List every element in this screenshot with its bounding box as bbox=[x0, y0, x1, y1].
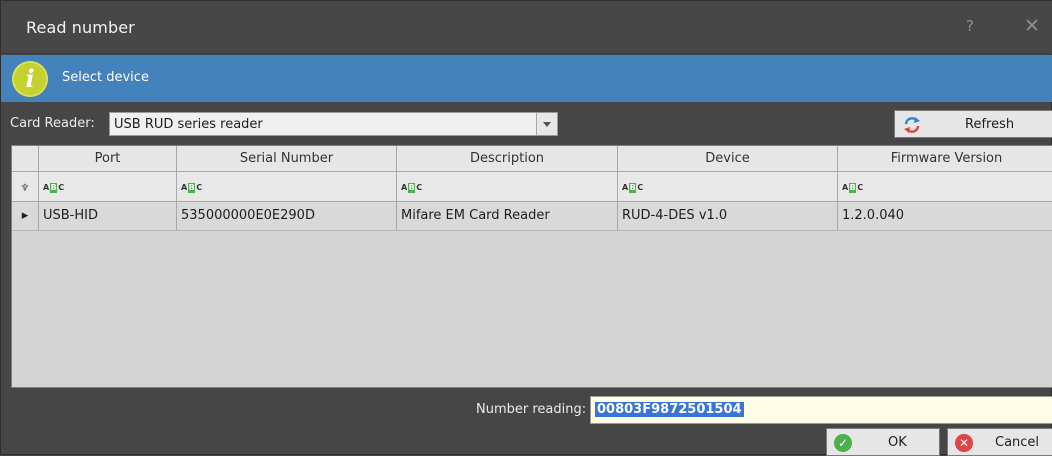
abc-filter-icon: ABC bbox=[622, 182, 644, 193]
card-reader-value: USB RUD series reader bbox=[114, 117, 263, 132]
abc-filter-icon: ABC bbox=[401, 182, 423, 193]
info-icon: i bbox=[12, 61, 48, 97]
abc-filter-icon: ABC bbox=[842, 182, 864, 193]
column-header-serial-number[interactable]: Serial Number bbox=[177, 146, 397, 171]
cell-firmware-version[interactable]: 1.2.0.040 bbox=[838, 202, 1052, 230]
number-reading-field[interactable]: 00803F9872501504 bbox=[590, 396, 1052, 424]
number-reading-value[interactable]: 00803F9872501504 bbox=[595, 402, 744, 417]
column-header-device[interactable]: Device bbox=[618, 146, 838, 171]
cell-serial-number[interactable]: 535000000E0E290D bbox=[177, 202, 397, 230]
cell-port[interactable]: USB-HID bbox=[39, 202, 177, 230]
chevron-down-icon[interactable] bbox=[536, 113, 557, 135]
filter-cell-serial-number[interactable]: ABC bbox=[177, 172, 397, 201]
refresh-label: Refresh bbox=[965, 117, 1015, 132]
cancel-label: Cancel bbox=[995, 435, 1040, 450]
devices-grid: Port Serial Number Description Device Fi… bbox=[11, 145, 1052, 388]
grid-header-row: Port Serial Number Description Device Fi… bbox=[12, 146, 1052, 172]
ok-button[interactable]: ✓ OK bbox=[826, 428, 940, 456]
row-indicator-header bbox=[12, 146, 39, 171]
cancel-icon: ✕ bbox=[955, 434, 973, 452]
filter-cell-firmware-version[interactable]: ABC bbox=[838, 172, 1052, 201]
table-row[interactable]: ▸ USB-HID 535000000E0E290D Mifare EM Car… bbox=[12, 202, 1052, 231]
refresh-icon bbox=[904, 117, 920, 133]
close-button[interactable]: ✕ bbox=[1019, 13, 1045, 39]
title-bar: Read number ? ✕ bbox=[1, 1, 1052, 54]
cancel-button[interactable]: ✕ Cancel bbox=[947, 428, 1052, 456]
filter-cell-port[interactable]: ABC bbox=[39, 172, 177, 201]
column-header-firmware-version[interactable]: Firmware Version bbox=[838, 146, 1052, 171]
abc-filter-icon: ABC bbox=[43, 182, 65, 193]
cell-description[interactable]: Mifare EM Card Reader bbox=[397, 202, 618, 230]
funnel-icon: ♆ bbox=[12, 172, 39, 201]
column-header-description[interactable]: Description bbox=[397, 146, 618, 171]
window-title: Read number bbox=[26, 18, 135, 37]
refresh-button[interactable]: Refresh bbox=[894, 110, 1052, 138]
cell-device[interactable]: RUD-4-DES v1.0 bbox=[618, 202, 838, 230]
number-reading-label: Number reading: bbox=[476, 402, 587, 417]
card-reader-dropdown[interactable]: USB RUD series reader bbox=[109, 112, 558, 136]
filter-cell-description[interactable]: ABC bbox=[397, 172, 618, 201]
grid-filter-row: ♆ ABC ABC ABC ABC ABC bbox=[12, 172, 1052, 202]
read-number-dialog: Read number ? ✕ i Select device Card Rea… bbox=[0, 0, 1052, 456]
filter-cell-device[interactable]: ABC bbox=[618, 172, 838, 201]
ok-label: OK bbox=[888, 435, 907, 450]
card-reader-label: Card Reader: bbox=[10, 116, 95, 131]
column-header-port[interactable]: Port bbox=[39, 146, 177, 171]
row-arrow-icon: ▸ bbox=[12, 202, 39, 230]
info-banner: i Select device bbox=[1, 55, 1052, 102]
help-button[interactable]: ? bbox=[957, 13, 983, 39]
check-icon: ✓ bbox=[834, 434, 852, 452]
abc-filter-icon: ABC bbox=[181, 182, 203, 193]
banner-text: Select device bbox=[62, 70, 149, 85]
